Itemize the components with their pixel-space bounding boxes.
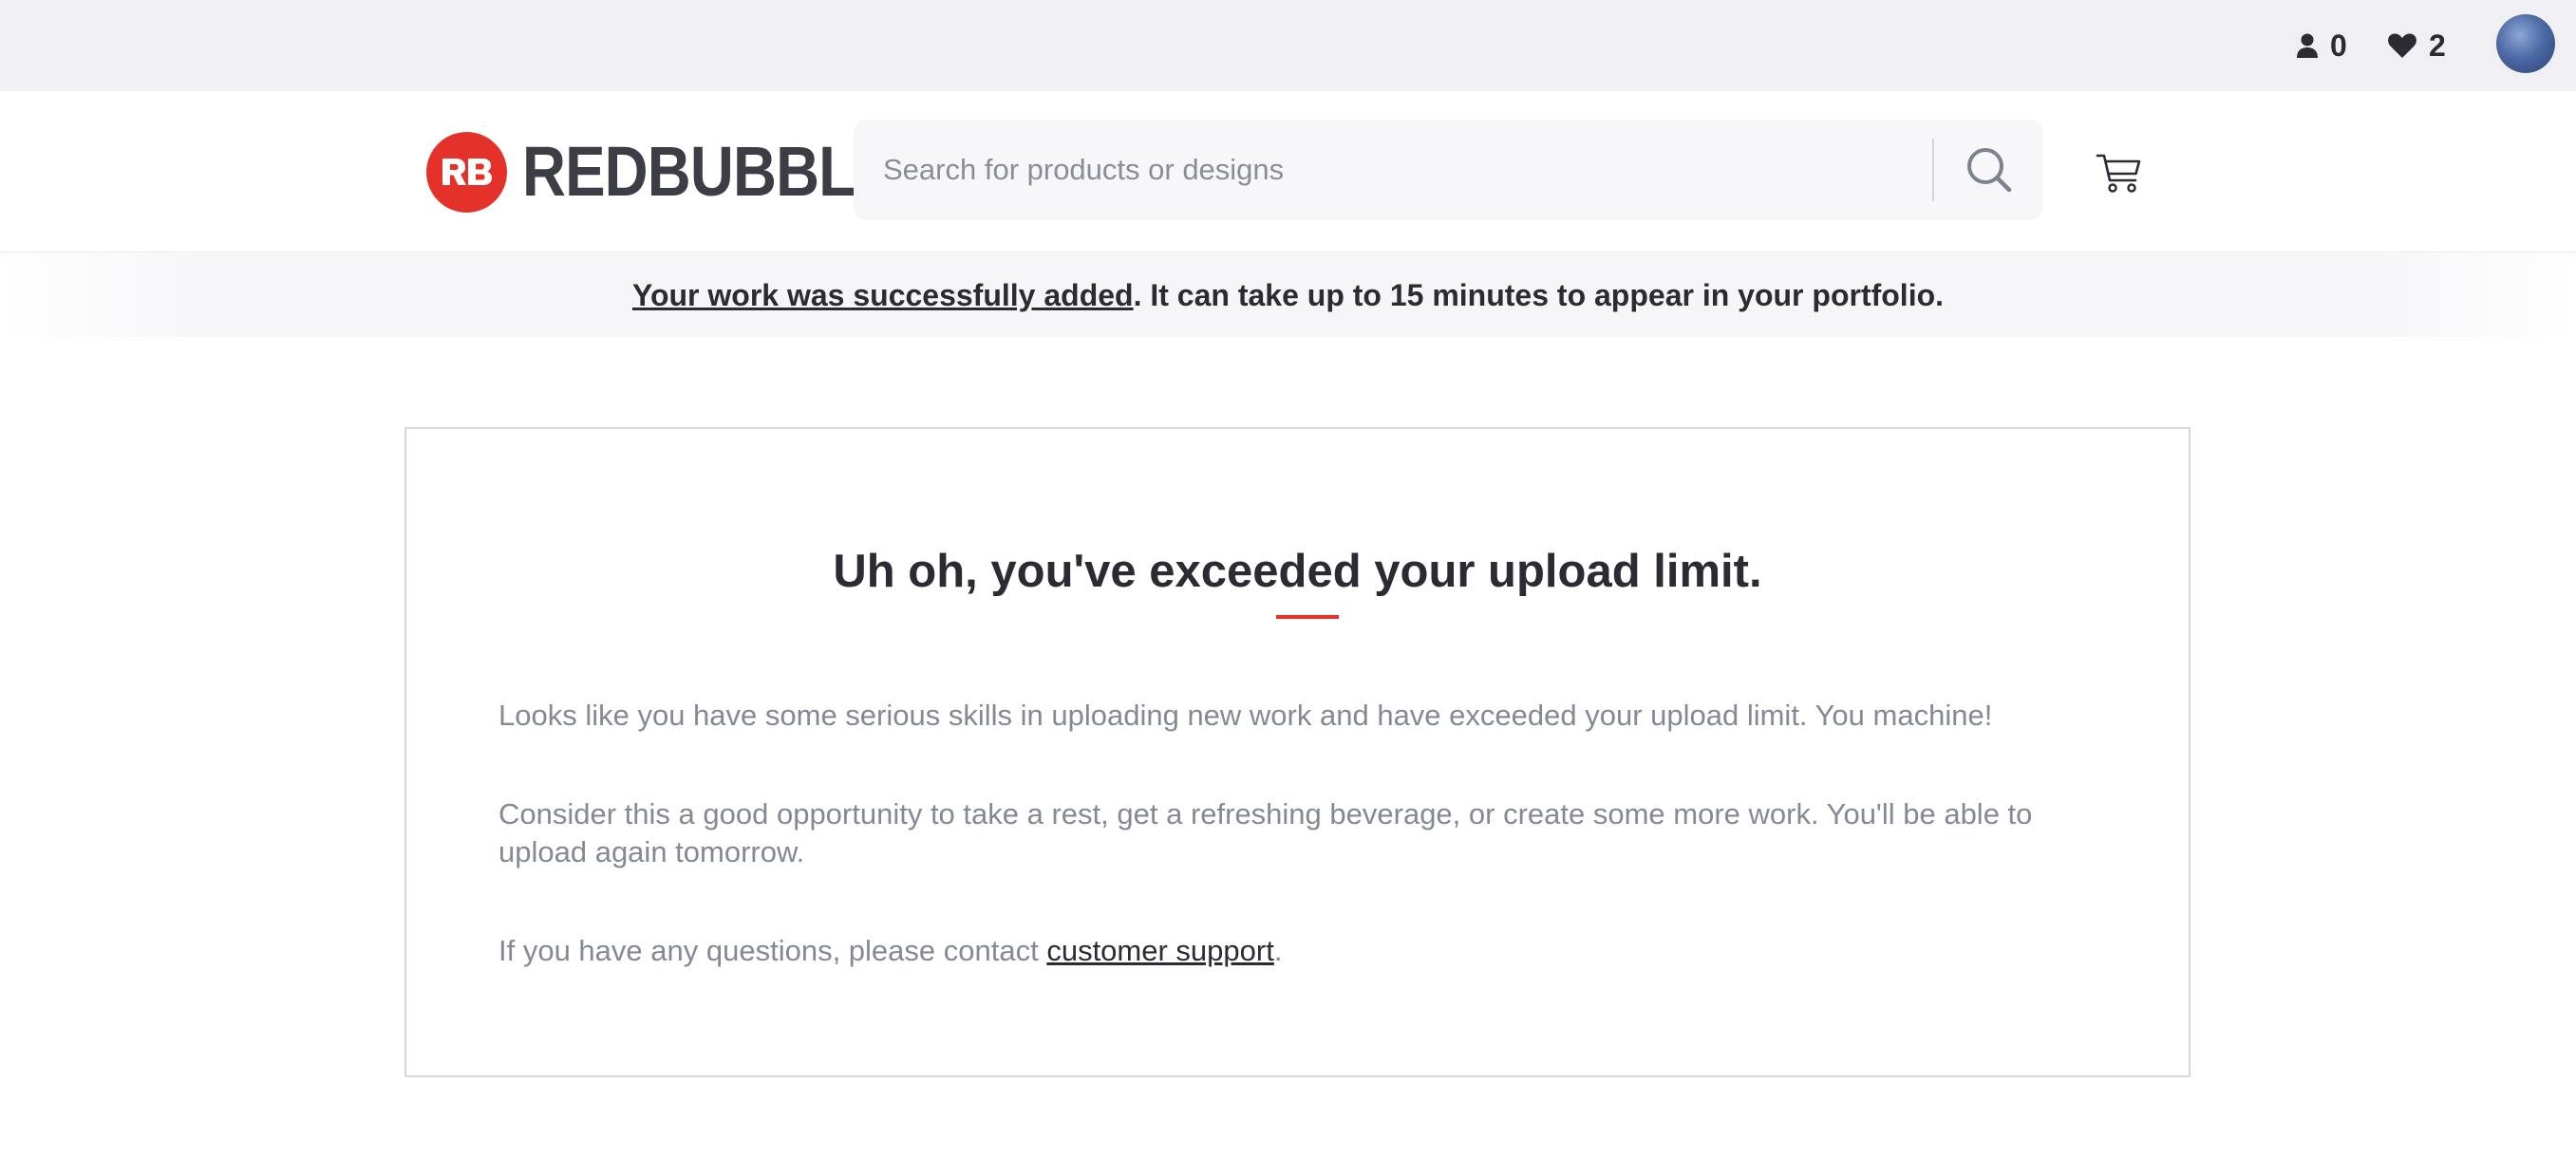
followers-count: 0 [2330, 28, 2347, 63]
contact-suffix: . [1273, 934, 1283, 967]
logo-badge-icon [426, 131, 507, 213]
upload-limit-card: Uh oh, you've exceeded your upload limit… [404, 427, 2191, 1077]
shopping-cart-icon [2096, 154, 2141, 193]
logo-wordmark: REDBUBBLE [522, 132, 895, 211]
success-notice: Your work was successfully added. It can… [0, 253, 2576, 337]
customer-support-link[interactable]: customer support [1046, 934, 1274, 967]
followers-stat[interactable]: 0 [2296, 25, 2347, 66]
message-paragraph-3: If you have any questions, please contac… [498, 932, 2103, 970]
message-paragraph-2: Consider this a good opportunity to take… [498, 797, 2033, 868]
search-bar [854, 120, 2043, 220]
notice-link[interactable]: Your work was successfully added [632, 278, 1134, 312]
search-button[interactable] [1934, 120, 2043, 220]
title-underline [1276, 615, 1339, 619]
top-utility-bar: 0 2 [0, 0, 2576, 91]
cart-button[interactable] [2096, 148, 2143, 196]
user-avatar[interactable] [2496, 14, 2555, 73]
search-input[interactable] [854, 120, 1932, 220]
favorites-stat[interactable]: 2 [2387, 25, 2446, 66]
message-paragraph-1: Looks like you have some serious skills … [498, 699, 1993, 732]
favorites-count: 2 [2429, 28, 2446, 63]
person-icon [2297, 33, 2318, 58]
notice-text: Your work was successfully added. It can… [632, 278, 1944, 313]
contact-prefix: If you have any questions, please contac… [498, 934, 1047, 967]
site-header: REDBUBBLE [0, 91, 2576, 252]
search-icon [1966, 148, 2011, 193]
heart-icon [2388, 33, 2416, 58]
page-title: Uh oh, you've exceeded your upload limit… [833, 546, 1762, 597]
rb-monogram-icon [442, 159, 492, 185]
notice-rest: . It can take up to 15 minutes to appear… [1133, 277, 1945, 312]
